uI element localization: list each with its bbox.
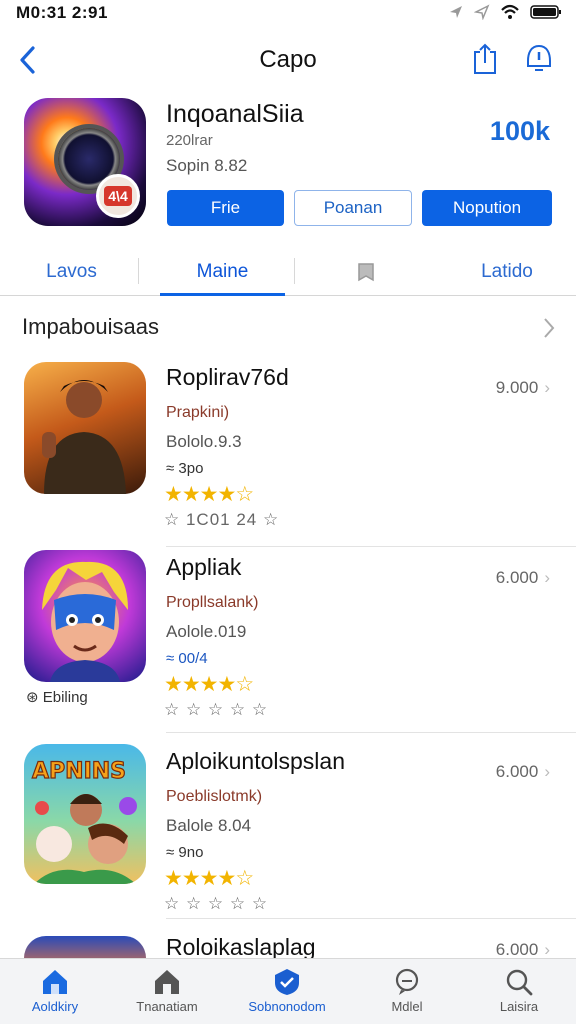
location-icon-2	[474, 4, 490, 20]
tab-divider	[138, 258, 139, 284]
row-divider	[166, 732, 576, 733]
price-value: 6.000	[495, 762, 539, 781]
app-hero: 4\4 InqoanalSiia 220lrar Sopin 8.82 100k…	[0, 98, 576, 238]
section-header[interactable]: Impabouisaas	[22, 314, 556, 348]
nav-bar: Capo	[0, 38, 576, 82]
status-bar: M0:31 2:91	[0, 0, 576, 28]
app-title: Aploikuntolspslan	[166, 748, 346, 774]
tabbar-item-search[interactable]: Laisira	[464, 959, 574, 1024]
rating-text: ☆ ☆ ☆ ☆ ☆	[164, 894, 269, 913]
app-icon[interactable]: 4\4	[24, 98, 146, 226]
list-item[interactable]: APNINS Aploikuntolspslan Poeblislotmk) B…	[0, 742, 576, 932]
app-size: ≈ 00/4	[166, 650, 208, 667]
tabbar-label: Tnanatiam	[136, 999, 198, 1014]
row-divider	[166, 918, 576, 919]
app-price[interactable]: 9.000 ›	[496, 378, 550, 398]
app-version: Bololo.9.3	[166, 432, 242, 451]
tabbar-item-home[interactable]: Aoldkiry	[0, 959, 110, 1024]
status-time: M0:31 2:91	[16, 3, 108, 22]
app-developer: Prapkini)	[166, 404, 230, 421]
app-version: Aolole.019	[166, 622, 247, 641]
caption-text: Ebiling	[42, 689, 88, 706]
chevron-right-icon: ›	[544, 940, 550, 959]
app-version: Sopin 8.82	[166, 156, 248, 175]
hero-button-secondary[interactable]: Poanan	[294, 190, 412, 226]
price-value: 9.000	[495, 378, 539, 397]
character-illustration	[42, 561, 128, 682]
status-icons	[448, 4, 562, 20]
active-tab-indicator	[160, 293, 285, 296]
segment-tabs: Lavos Maine Latido	[0, 248, 576, 296]
app-name: InqoanalSiia	[166, 100, 304, 128]
chevron-right-icon: ›	[544, 378, 550, 397]
app-badge: 4\4	[96, 174, 140, 218]
tab-latido[interactable]: Latido	[448, 248, 566, 296]
app-title: Roloikaslaplag	[166, 934, 316, 960]
price-value: 6.000	[495, 940, 539, 959]
app-version: Balole 8.04	[166, 816, 252, 835]
game-illustration: APNINS	[31, 758, 137, 884]
bookmark-icon	[358, 263, 374, 282]
app-price[interactable]: 6.000 ›	[496, 568, 550, 588]
download-count: 100k	[489, 116, 550, 146]
house-icon	[155, 970, 179, 994]
tabbar-label: Aoldkiry	[31, 999, 79, 1014]
app-title: Appliak	[166, 554, 242, 580]
app-subtitle: 220lrar	[166, 132, 213, 149]
hero-button-primary[interactable]: Frie	[167, 190, 284, 226]
svg-text:APNINS: APNINS	[32, 759, 126, 784]
info-icon: ⊛	[26, 689, 39, 706]
app-price[interactable]: 6.000 ›	[496, 940, 550, 960]
tabbar-label: Mdlel	[391, 999, 423, 1014]
chevron-right-icon: ›	[544, 762, 550, 781]
rating-text: ☆ ☆ ☆ ☆ ☆	[164, 700, 269, 719]
row-divider	[166, 546, 576, 547]
hero-buttons: Frie Poanan Nopution	[167, 190, 552, 226]
battery-icon	[530, 5, 561, 19]
app-icon	[24, 362, 146, 494]
bell-icon	[527, 44, 551, 71]
tab-lavos[interactable]: Lavos	[14, 248, 129, 296]
chat-icon	[395, 968, 419, 995]
tab-bookmark[interactable]	[316, 248, 416, 296]
list-item[interactable]: Roplirav76d Prapkini) Bololo.9.3 ≈ 3po ★…	[0, 360, 576, 547]
rating-stars: ★★★★☆	[164, 673, 254, 696]
chevron-right-icon	[544, 318, 555, 338]
app-icon: APNINS	[24, 744, 146, 884]
share-button[interactable]	[472, 42, 498, 81]
app-size: ≈ 3po	[166, 460, 204, 477]
price-value: 6.000	[495, 568, 539, 587]
app-developer: Propllsalank)	[166, 594, 259, 611]
app-title: Roplirav76d	[166, 364, 289, 390]
hero-button-tertiary[interactable]: Nopution	[422, 190, 552, 226]
tabbar-item-messages[interactable]: Mdlel	[352, 959, 462, 1024]
rating-text: ☆ 1C01 24 ☆	[164, 510, 280, 529]
chevron-right-icon: ›	[544, 568, 550, 587]
tab-maine[interactable]: Maine	[160, 248, 285, 296]
wifi-icon	[501, 4, 519, 19]
app-icon	[24, 550, 146, 682]
app-caption: ⊛ Ebiling	[26, 688, 88, 706]
tabbar-item-updates[interactable]: Tnanatiam	[112, 959, 222, 1024]
rating-stars: ★★★★☆	[164, 867, 254, 890]
alert-button[interactable]	[524, 42, 554, 81]
tabbar-label: Laisira	[499, 999, 539, 1014]
share-icon	[474, 43, 496, 74]
app-price[interactable]: 6.000 ›	[496, 762, 550, 782]
app-size: ≈ 9no	[166, 844, 204, 861]
location-icon	[450, 6, 462, 18]
section-title: Impabouisaas	[22, 314, 159, 339]
tab-divider	[294, 258, 295, 284]
person-illustration	[42, 380, 126, 494]
bottom-tab-bar: Aoldkiry Tnanatiam Sobnonodom Mdlel Lais…	[0, 958, 576, 1024]
tabbar-label: Sobnonodom	[248, 999, 326, 1014]
search-icon	[506, 969, 533, 996]
home-icon	[43, 970, 67, 994]
rating-stars: ★★★★☆	[164, 483, 254, 506]
app-developer: Poeblislotmk)	[166, 788, 263, 805]
shield-check-icon	[275, 969, 299, 995]
tabbar-item-apps[interactable]: Sobnonodom	[232, 959, 342, 1024]
list-item[interactable]: ⊛ Ebiling Appliak Propllsalank) Aolole.0…	[0, 548, 576, 736]
